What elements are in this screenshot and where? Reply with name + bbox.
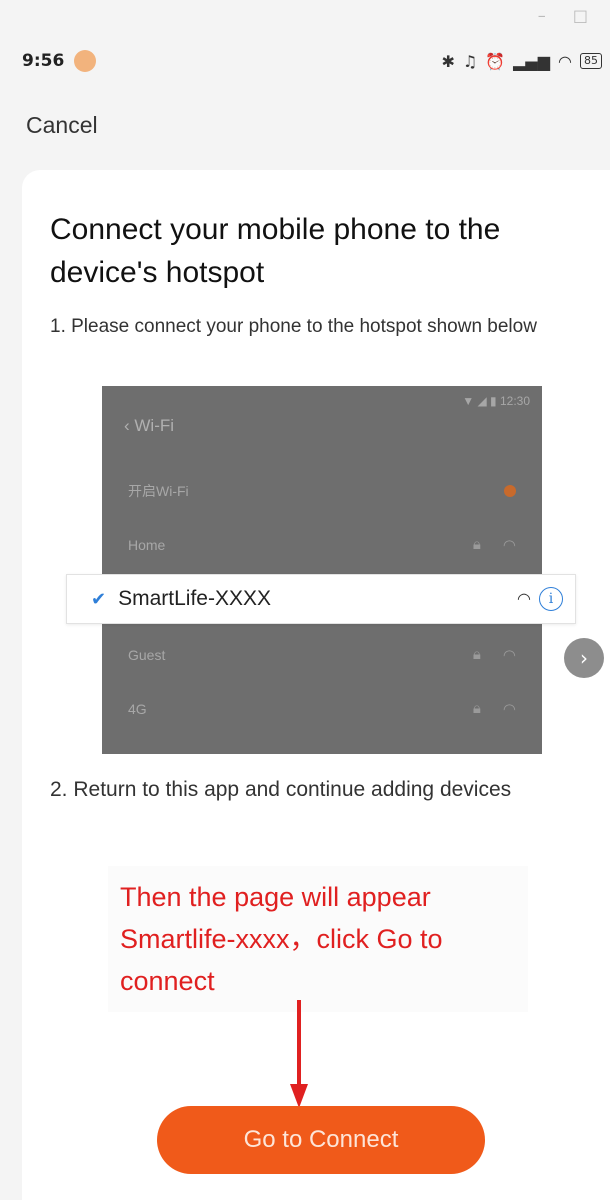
battery-icon: 85: [580, 53, 602, 69]
wifi-signal-icon: ◠: [517, 591, 531, 608]
wifi-signal-icon: ◠: [502, 701, 516, 718]
step-1-instruction: 1. Please connect your phone to the hots…: [50, 316, 537, 337]
wifi-toggle-label: 开启Wi-Fi: [128, 483, 189, 499]
screenshot-time: 12:30: [499, 394, 530, 408]
wifi-signal-icon: ◠: [502, 537, 516, 554]
signal-icon: ▂▄▆: [513, 51, 551, 71]
checkmark-icon: ✔: [91, 588, 107, 609]
network-left: ✔ SmartLife-XXXX: [91, 587, 271, 611]
network-name: Home: [128, 537, 166, 553]
network-name: 4G: [128, 701, 147, 717]
minimize-icon[interactable]: –: [538, 6, 546, 25]
toggle-icon: [504, 485, 516, 497]
screenshot-signal-icon: ▼ ◢ ▮: [462, 394, 497, 408]
network-name: Guest: [128, 647, 166, 663]
wifi-settings-screenshot: ▼ ◢ ▮ 12:30 ‹ Wi-Fi 开启Wi-Fi Home 🔒︎ ◠ Gue…: [102, 386, 542, 754]
status-bar: 9:56 ✱ ♫ ⏰ ▂▄▆ ◠ 85: [22, 46, 602, 76]
network-name: SmartLife-XXXX: [118, 587, 271, 610]
notification-avatar-icon: [74, 50, 97, 72]
next-image-button[interactable]: ›: [564, 638, 604, 678]
lock-icon: 🔒︎: [472, 536, 481, 553]
network-row-smartlife[interactable]: ✔ SmartLife-XXXX ◠ i: [66, 574, 576, 624]
wifi-signal-icon: ◠: [502, 647, 516, 664]
back-icon: ‹: [124, 416, 135, 435]
network-right: ◠ i: [517, 587, 563, 611]
arrow-down-icon: [290, 1000, 308, 1108]
wifi-toggle-row: 开启Wi-Fi: [102, 464, 542, 518]
network-row-guest: Guest 🔒︎ ◠: [102, 628, 542, 682]
red-annotation: Then the page will appear Smartlife-xxxx…: [108, 866, 528, 1012]
screenshot-status: ▼ ◢ ▮ 12:30: [462, 394, 530, 408]
info-icon[interactable]: i: [539, 587, 563, 611]
maximize-icon[interactable]: □: [573, 6, 588, 25]
lock-icon: 🔒︎: [472, 700, 481, 717]
bluetooth-icon: ✱: [441, 51, 455, 71]
go-to-connect-button[interactable]: Go to Connect: [157, 1106, 485, 1174]
alarm-icon: ⏰: [485, 51, 506, 71]
network-row-4g: 4G 🔒︎ ◠: [102, 682, 542, 736]
screenshot-header-label: Wi-Fi: [134, 416, 175, 435]
wifi-icon: ◠: [558, 51, 572, 71]
status-right: ✱ ♫ ⏰ ▂▄▆ ◠ 85: [441, 52, 602, 71]
chevron-right-icon: ›: [580, 646, 588, 670]
network-row-home: Home 🔒︎ ◠: [102, 518, 542, 572]
page-title: Connect your mobile phone to the device'…: [50, 213, 501, 289]
lock-icon: 🔒︎: [472, 646, 481, 663]
step-2-instruction: 2. Return to this app and continue addin…: [50, 778, 512, 801]
window-controls: – □: [516, 6, 588, 25]
screenshot-header: ‹ Wi-Fi: [124, 416, 174, 436]
status-left: 9:56: [22, 50, 97, 72]
cancel-button[interactable]: Cancel: [26, 112, 98, 139]
status-time: 9:56: [22, 51, 65, 71]
mute-icon: ♫: [462, 51, 478, 71]
main-card: Connect your mobile phone to the device'…: [22, 170, 610, 1200]
